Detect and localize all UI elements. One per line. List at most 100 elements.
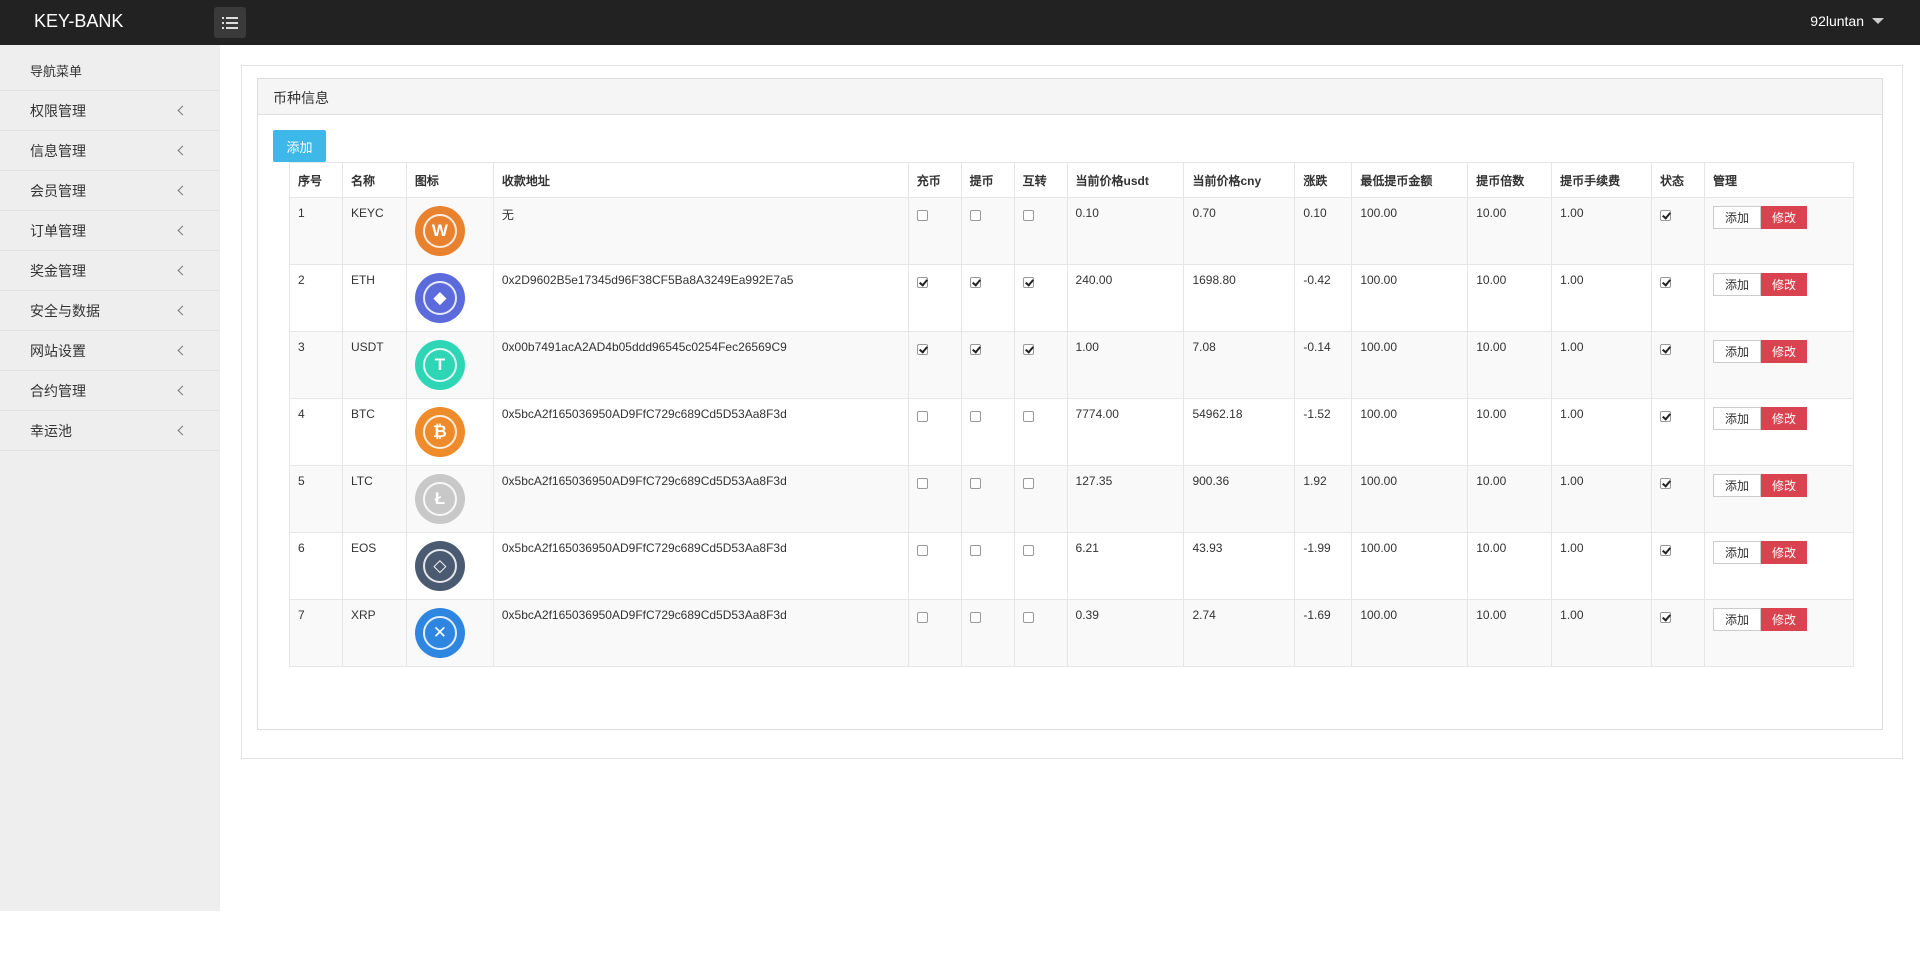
column-header: 互转	[1013, 162, 1068, 198]
withdraw-checkbox[interactable]	[969, 478, 981, 489]
row-edit-button[interactable]: 修改	[1760, 608, 1807, 631]
price-cny: 54962.18	[1183, 398, 1296, 466]
deposit-checkbox[interactable]	[916, 277, 928, 288]
status-checkbox[interactable]	[1660, 344, 1672, 355]
sidebar-item-contracts[interactable]: 合约管理	[0, 371, 220, 411]
coin-icon-glyph: Ł	[422, 482, 457, 516]
status-cell	[1651, 532, 1705, 600]
brand-logo[interactable]: KEY-BANK	[34, 11, 123, 32]
coin-icon-glyph: ₿	[422, 415, 457, 449]
sidebar-item-permissions[interactable]: 权限管理	[0, 91, 220, 131]
transfer-checkbox[interactable]	[1022, 612, 1034, 623]
withdraw-checkbox[interactable]	[969, 344, 981, 355]
transfer-cell	[1013, 331, 1068, 399]
row-add-button[interactable]: 添加	[1712, 474, 1761, 497]
status-checkbox[interactable]	[1660, 612, 1672, 623]
withdraw-multiple: 10.00	[1467, 197, 1553, 265]
deposit-checkbox[interactable]	[916, 478, 928, 489]
withdraw-checkbox[interactable]	[969, 545, 981, 556]
deposit-checkbox[interactable]	[916, 545, 928, 556]
column-header: 名称	[341, 162, 407, 198]
withdraw-checkbox[interactable]	[969, 277, 981, 288]
deposit-cell	[907, 331, 962, 399]
withdraw-checkbox[interactable]	[969, 210, 981, 221]
withdraw-fee: 1.00	[1551, 398, 1653, 466]
sidebar-item-orders[interactable]: 订单管理	[0, 211, 220, 251]
price-cny: 0.70	[1183, 197, 1296, 265]
table-row: 7 XRP ✕ 0x5bcA2f165036950AD9FfC729c689Cd5D5…	[289, 599, 1855, 667]
price-usdt: 240.00	[1066, 264, 1185, 332]
withdraw-checkbox[interactable]	[969, 411, 981, 422]
coin-icon-cell: ✕	[405, 599, 494, 667]
row-edit-button[interactable]: 修改	[1760, 273, 1807, 296]
row-edit-button[interactable]: 修改	[1760, 407, 1807, 430]
table-row: 3 USDT T 0x00b7491acA2AD4b05ddd96545c0254Fe…	[289, 331, 1855, 399]
receive-address: 0x00b7491acA2AD4b05ddd96545c0254Fec26569…	[492, 331, 909, 399]
withdraw-fee: 1.00	[1551, 264, 1653, 332]
deposit-checkbox[interactable]	[916, 210, 928, 221]
row-edit-button[interactable]: 修改	[1760, 340, 1807, 363]
sidebar-item-security[interactable]: 安全与数据	[0, 291, 220, 331]
sidebar-item-lucky-pool[interactable]: 幸运池	[0, 411, 220, 451]
coin-name: KEYC	[341, 197, 407, 265]
price-usdt: 1.00	[1066, 331, 1185, 399]
price-change: -1.69	[1294, 599, 1353, 667]
sidebar-item-label: 信息管理	[30, 142, 86, 159]
sidebar-item-bonus[interactable]: 奖金管理	[0, 251, 220, 291]
user-name: 92luntan	[1810, 13, 1864, 29]
manage-cell: 添加 修改	[1703, 398, 1855, 466]
transfer-checkbox[interactable]	[1022, 277, 1034, 288]
transfer-checkbox[interactable]	[1022, 545, 1034, 556]
price-cny: 900.36	[1183, 465, 1296, 533]
status-cell	[1651, 465, 1705, 533]
deposit-checkbox[interactable]	[916, 612, 928, 623]
row-add-button[interactable]: 添加	[1712, 407, 1761, 430]
sidebar-item-site-settings[interactable]: 网站设置	[0, 331, 220, 371]
status-checkbox[interactable]	[1660, 411, 1672, 422]
withdraw-checkbox[interactable]	[969, 612, 981, 623]
row-add-button[interactable]: 添加	[1712, 273, 1761, 296]
price-change: 1.92	[1294, 465, 1353, 533]
row-add-button[interactable]: 添加	[1712, 206, 1761, 229]
column-header: 当前价格cny	[1183, 162, 1296, 198]
row-edit-button[interactable]: 修改	[1760, 206, 1807, 229]
price-cny: 7.08	[1183, 331, 1296, 399]
sidebar-item-info[interactable]: 信息管理	[0, 131, 220, 171]
keyc-coin-icon: W	[414, 206, 465, 256]
add-coin-button[interactable]: 添加	[273, 130, 326, 162]
price-cny: 1698.80	[1183, 264, 1296, 332]
ltc-coin-icon: Ł	[414, 474, 465, 524]
price-usdt: 0.39	[1066, 599, 1185, 667]
manage-cell: 添加 修改	[1703, 532, 1855, 600]
deposit-checkbox[interactable]	[916, 411, 928, 422]
row-add-button[interactable]: 添加	[1712, 340, 1761, 363]
status-checkbox[interactable]	[1660, 277, 1672, 288]
deposit-cell	[907, 532, 962, 600]
user-menu[interactable]: 92luntan	[1810, 13, 1884, 29]
withdraw-fee: 1.00	[1551, 331, 1653, 399]
status-checkbox[interactable]	[1660, 478, 1672, 489]
row-edit-button[interactable]: 修改	[1760, 474, 1807, 497]
min-withdraw: 100.00	[1351, 197, 1469, 265]
deposit-checkbox[interactable]	[916, 344, 928, 355]
status-checkbox[interactable]	[1660, 545, 1672, 556]
transfer-checkbox[interactable]	[1022, 210, 1034, 221]
row-id: 1	[289, 197, 343, 265]
transfer-cell	[1013, 264, 1068, 332]
transfer-checkbox[interactable]	[1022, 478, 1034, 489]
transfer-checkbox[interactable]	[1022, 411, 1034, 422]
coin-icon-glyph: W	[422, 214, 457, 248]
row-id: 2	[289, 264, 343, 332]
coin-icon-cell: W	[405, 197, 494, 265]
receive-address: 0x5bcA2f165036950AD9FfC729c689Cd5D53Aa8F…	[492, 532, 909, 600]
row-edit-button[interactable]: 修改	[1760, 541, 1807, 564]
row-add-button[interactable]: 添加	[1712, 608, 1761, 631]
row-add-button[interactable]: 添加	[1712, 541, 1761, 564]
status-checkbox[interactable]	[1660, 210, 1672, 221]
coin-icon-cell: Ł	[405, 465, 494, 533]
sidebar-item-members[interactable]: 会员管理	[0, 171, 220, 211]
column-header: 充币	[907, 162, 962, 198]
menu-toggle-button[interactable]	[214, 7, 246, 38]
transfer-checkbox[interactable]	[1022, 344, 1034, 355]
deposit-cell	[907, 398, 962, 466]
